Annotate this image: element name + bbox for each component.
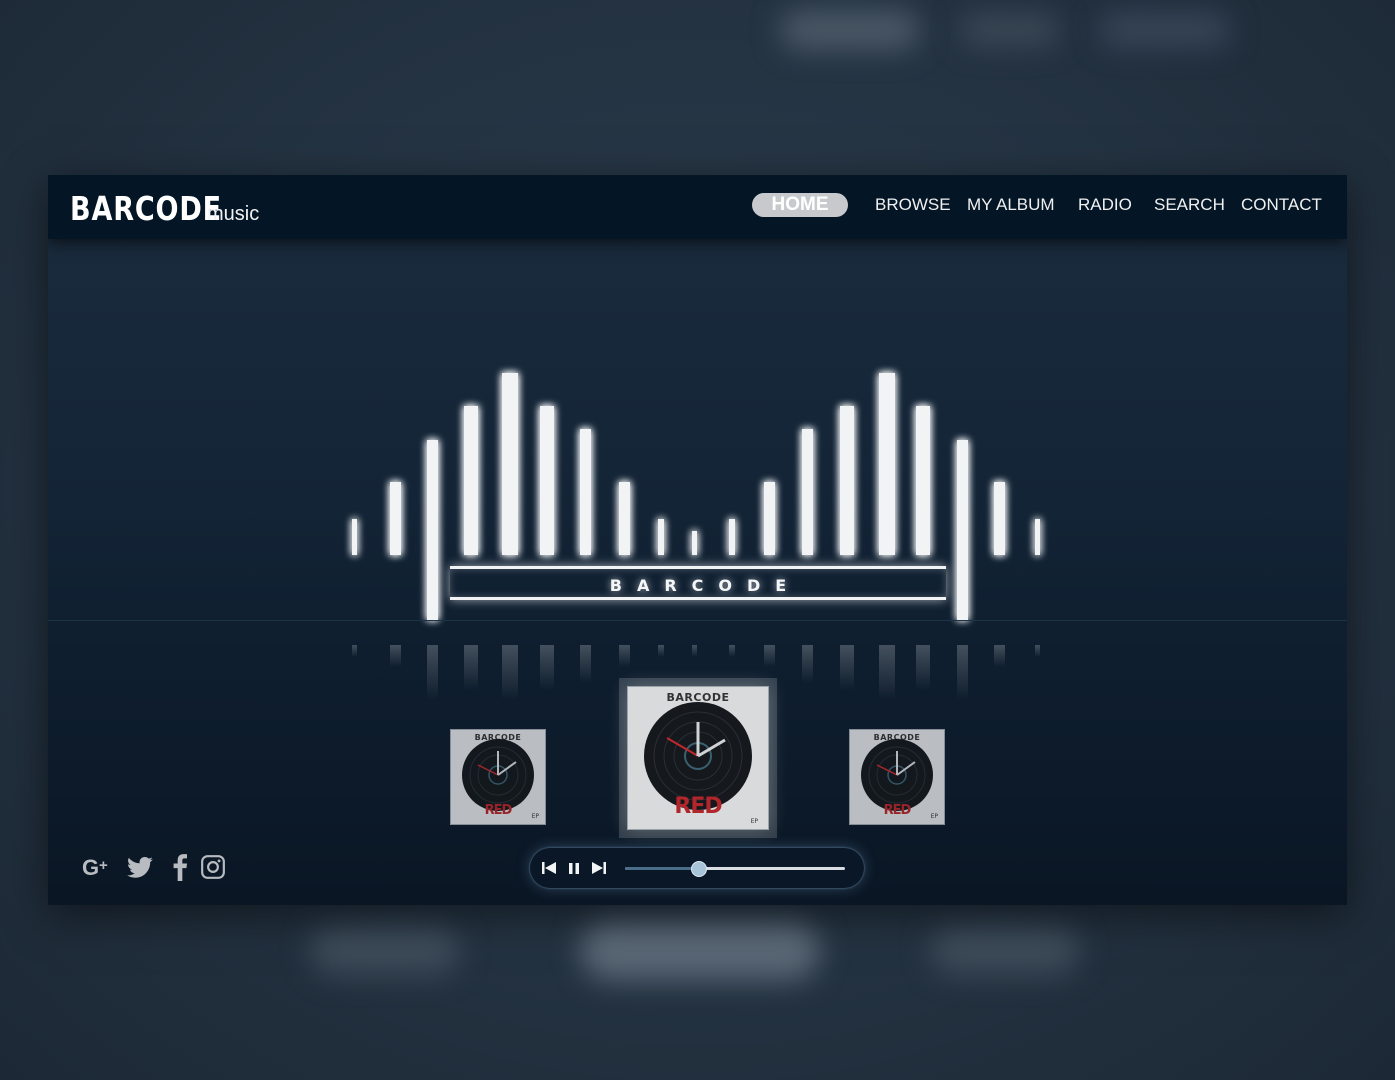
album-subtitle: EP bbox=[930, 813, 938, 820]
equalizer-bar bbox=[957, 440, 968, 620]
nav-home-label: HOME bbox=[771, 194, 829, 215]
equalizer-bar bbox=[1035, 519, 1040, 555]
next-track-icon[interactable] bbox=[590, 859, 608, 877]
album-cover-right[interactable]: BARCODE RED EP bbox=[849, 729, 945, 825]
equalizer-bar bbox=[427, 440, 438, 620]
backdrop-blur bbox=[580, 920, 820, 980]
equalizer-bar-reflection bbox=[879, 645, 895, 700]
equalizer-bar bbox=[352, 519, 357, 555]
brand-tagline: music bbox=[207, 203, 260, 225]
nav-home[interactable]: HOME bbox=[752, 193, 848, 217]
equalizer-bar bbox=[802, 429, 813, 555]
equalizer-bar-reflection bbox=[390, 645, 401, 667]
hero-wordmark: BARCODE bbox=[450, 566, 946, 600]
equalizer-bar-reflection bbox=[619, 645, 630, 667]
equalizer-bar-reflection bbox=[540, 645, 554, 690]
equalizer-bar-reflection bbox=[840, 645, 854, 690]
nav-contact[interactable]: CONTACT bbox=[1241, 193, 1322, 217]
progress-track[interactable] bbox=[625, 861, 845, 877]
album-title: RED bbox=[674, 794, 722, 819]
equalizer-bar bbox=[840, 406, 854, 555]
album-subtitle: EP bbox=[531, 813, 539, 820]
equalizer-bar bbox=[729, 519, 735, 555]
equalizer-bar-reflection bbox=[692, 645, 697, 657]
equalizer-bar-reflection bbox=[427, 645, 438, 700]
svg-text:+: + bbox=[99, 857, 108, 874]
nav-search-label: SEARCH bbox=[1154, 195, 1225, 214]
equalizer-bar-reflection bbox=[957, 645, 968, 700]
equalizer-bar bbox=[502, 373, 518, 555]
brand-name: BARCODE bbox=[70, 189, 222, 228]
backdrop-blur bbox=[1100, 14, 1230, 46]
album-subtitle: EP bbox=[750, 818, 758, 825]
equalizer-bar bbox=[464, 406, 478, 555]
progress-fill bbox=[625, 867, 698, 870]
nav-my-album[interactable]: MY ALBUM bbox=[967, 193, 1055, 217]
nav-radio-label: RADIO bbox=[1078, 195, 1132, 214]
equalizer-bar-reflection bbox=[729, 645, 735, 657]
equalizer-bar bbox=[658, 519, 664, 555]
equalizer-bar bbox=[994, 482, 1005, 555]
backdrop-blur bbox=[310, 925, 460, 975]
instagram-icon[interactable] bbox=[200, 853, 226, 881]
equalizer-bar-reflection bbox=[352, 645, 357, 657]
app-window: BARCODE music HOME BROWSE MY ALBUM RADIO… bbox=[48, 175, 1347, 905]
equalizer-bar-reflection bbox=[658, 645, 664, 657]
google-plus-icon[interactable]: G + bbox=[82, 853, 114, 881]
twitter-icon[interactable] bbox=[126, 853, 154, 881]
equalizer-bar-reflection bbox=[802, 645, 813, 683]
progress-thumb[interactable] bbox=[690, 861, 707, 877]
equalizer-bar bbox=[764, 482, 775, 555]
backdrop-blur bbox=[780, 10, 920, 50]
nav-browse[interactable]: BROWSE bbox=[875, 193, 951, 217]
equalizer-bar-reflection bbox=[994, 645, 1005, 667]
equalizer-bar bbox=[390, 482, 401, 555]
equalizer-bar-reflection bbox=[916, 645, 930, 690]
equalizer-bar bbox=[916, 406, 930, 555]
equalizer-bar bbox=[692, 531, 697, 555]
facebook-icon[interactable] bbox=[170, 853, 190, 881]
equalizer-bar-reflection bbox=[580, 645, 591, 683]
equalizer-bar bbox=[619, 482, 630, 555]
nav-browse-label: BROWSE bbox=[875, 195, 951, 214]
nav-search[interactable]: SEARCH bbox=[1154, 193, 1225, 217]
equalizer-bar-reflection bbox=[764, 645, 775, 667]
previous-track-icon[interactable] bbox=[540, 859, 558, 877]
equalizer-bar-reflection bbox=[1035, 645, 1040, 657]
svg-text:G: G bbox=[82, 855, 99, 880]
top-navigation-bar: BARCODE music HOME BROWSE MY ALBUM RADIO… bbox=[48, 175, 1347, 239]
equalizer-bar bbox=[879, 373, 895, 555]
album-cover-left[interactable]: BARCODE RED EP bbox=[450, 729, 546, 825]
backdrop-blur bbox=[960, 14, 1060, 46]
album-cover-featured[interactable]: BARCODE RED EP bbox=[627, 686, 769, 830]
pause-icon[interactable] bbox=[566, 859, 582, 877]
equalizer-bar bbox=[580, 429, 591, 555]
audio-player bbox=[530, 848, 864, 888]
equalizer-bar-reflection bbox=[464, 645, 478, 690]
nav-contact-label: CONTACT bbox=[1241, 195, 1322, 214]
nav-my-album-label: MY ALBUM bbox=[967, 195, 1055, 214]
equalizer-bar-reflection bbox=[502, 645, 518, 700]
equalizer-bar bbox=[540, 406, 554, 555]
nav-radio[interactable]: RADIO bbox=[1078, 193, 1132, 217]
floor-horizon bbox=[48, 620, 1347, 621]
backdrop-blur bbox=[930, 925, 1080, 975]
